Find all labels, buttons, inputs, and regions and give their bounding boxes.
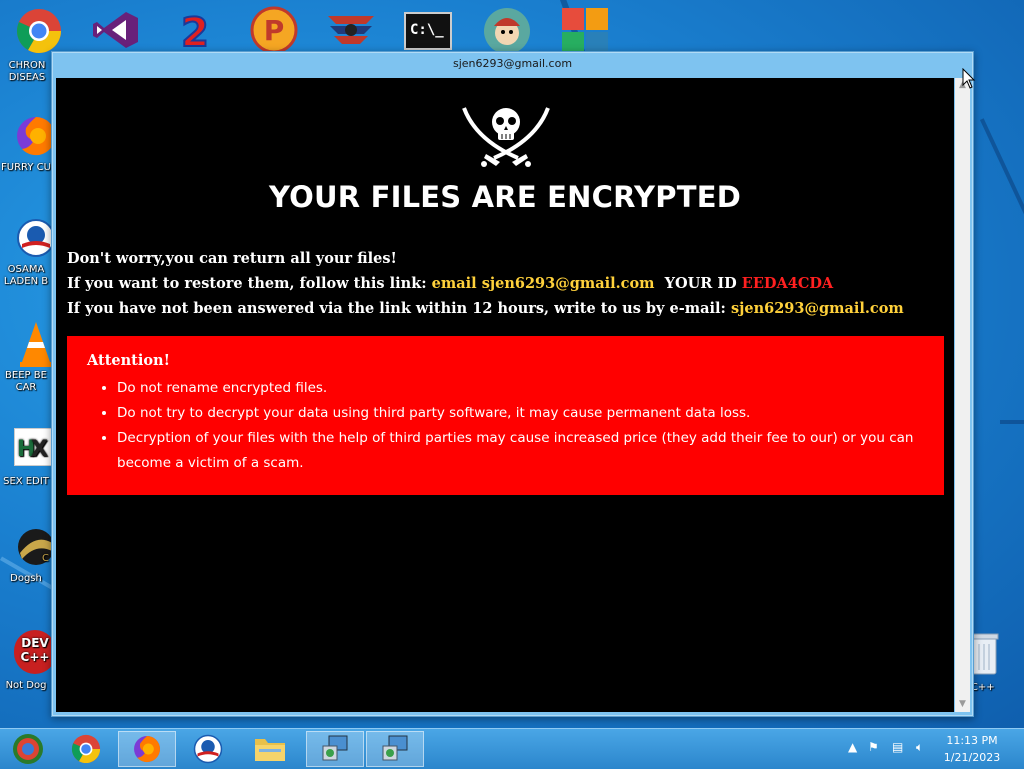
taskbar-firefox-button[interactable] <box>118 731 176 767</box>
desktop-icon-label: BEEP BE CAR <box>5 370 47 393</box>
svg-text:C: C <box>42 553 49 564</box>
svg-text:P: P <box>264 14 285 47</box>
vlc-cone-icon <box>18 320 54 368</box>
dogecoin-icon: C <box>16 527 56 567</box>
cmd-icon[interactable]: C:\_ <box>404 12 452 50</box>
volume-icon[interactable]: 🔈︎ <box>916 740 923 755</box>
reassurance-line: Don't worry,you can return all your file… <box>67 250 397 267</box>
taskbar-obama-button[interactable] <box>182 731 234 767</box>
desktop-icon-label: SEX EDIT <box>3 476 49 487</box>
skull-crossed-swords-icon <box>456 100 556 170</box>
clock-date: 1/21/2023 <box>943 751 1001 764</box>
window-title[interactable]: sjen6293@gmail.com <box>52 52 973 76</box>
taskbar: ▲ ⚑ ▤ 🔈︎ 11:13 PM 1/21/2023 <box>0 728 1024 769</box>
eagle-icon[interactable] <box>326 12 376 48</box>
taskbar-file-explorer-button[interactable] <box>244 731 296 767</box>
chrome-icon[interactable] <box>14 6 64 56</box>
desktop-icon-label: FURRY CU <box>1 162 51 173</box>
desktop-icon-label: OSAMA LADEN B <box>3 264 49 287</box>
restore-text: If you want to restore them, follow this… <box>67 275 427 292</box>
taskbar-installer-button-1[interactable] <box>306 731 364 767</box>
scroll-down-icon[interactable]: ▼ <box>955 697 970 712</box>
desktop-icon-label: Dogsh <box>10 573 42 584</box>
dev-cpp-icon: DEV C++ <box>14 630 56 674</box>
visual-studio-icon[interactable] <box>92 10 140 50</box>
attention-item: Do not try to decrypt your data using th… <box>117 401 947 426</box>
restore-line: If you want to restore them, follow this… <box>67 275 833 292</box>
victim-id: EEDA4CDA <box>741 275 834 292</box>
mascot-icon[interactable] <box>482 6 532 56</box>
fallback-email[interactable]: sjen6293@gmail.com <box>731 300 904 317</box>
start-button[interactable] <box>2 731 54 767</box>
action-center-flag-icon[interactable]: ⚑ <box>868 740 879 754</box>
id-label: YOUR ID <box>664 275 737 292</box>
svg-text:2: 2 <box>181 10 209 52</box>
headline: YOUR FILES ARE ENCRYPTED <box>269 180 741 214</box>
pacman-p-icon[interactable]: P <box>250 6 298 54</box>
vertical-scrollbar[interactable]: ▲ ▼ <box>955 78 970 712</box>
network-icon[interactable]: ▤ <box>892 740 903 754</box>
attention-item: Decryption of your files with the help o… <box>117 426 947 476</box>
attention-list: Do not rename encrypted files. Do not tr… <box>87 376 947 476</box>
system-clock[interactable]: 11:13 PM 1/21/2023 <box>936 732 1008 766</box>
attention-title: Attention! <box>87 352 170 369</box>
show-hidden-icons-icon[interactable]: ▲ <box>848 740 857 754</box>
ransom-note-body: YOUR FILES ARE ENCRYPTED Don't worry,you… <box>56 78 954 712</box>
attention-box: Attention! Do not rename encrypted files… <box>67 336 944 495</box>
restore-email-link[interactable]: email sjen6293@gmail.com <box>432 275 655 292</box>
clock-time: 11:13 PM <box>946 734 998 747</box>
taskbar-installer-button-2[interactable] <box>366 731 424 767</box>
fallback-text: If you have not been answered via the li… <box>67 300 726 317</box>
svg-text:X: X <box>31 437 48 462</box>
ransom-window: sjen6293@gmail.com YOUR FILES ARE ENCRYP… <box>51 51 974 717</box>
hxd-editor-icon: HX <box>14 428 52 466</box>
obama-logo-icon <box>16 218 56 258</box>
desktop-icon-label: CHRON DISEAS <box>8 60 46 83</box>
avg-icon[interactable] <box>560 6 610 54</box>
desktop-icon-label: Not Dog <box>5 680 47 691</box>
fallback-contact-line: If you have not been answered via the li… <box>67 300 904 317</box>
taskbar-chrome-button[interactable] <box>60 731 112 767</box>
app-2-icon[interactable]: 2 <box>172 8 218 57</box>
attention-item: Do not rename encrypted files. <box>117 376 947 401</box>
cmd-icon-text: C:\_ <box>410 22 444 38</box>
dev-cpp-label: DEV C++ <box>20 636 50 664</box>
mouse-cursor-icon <box>962 67 976 90</box>
